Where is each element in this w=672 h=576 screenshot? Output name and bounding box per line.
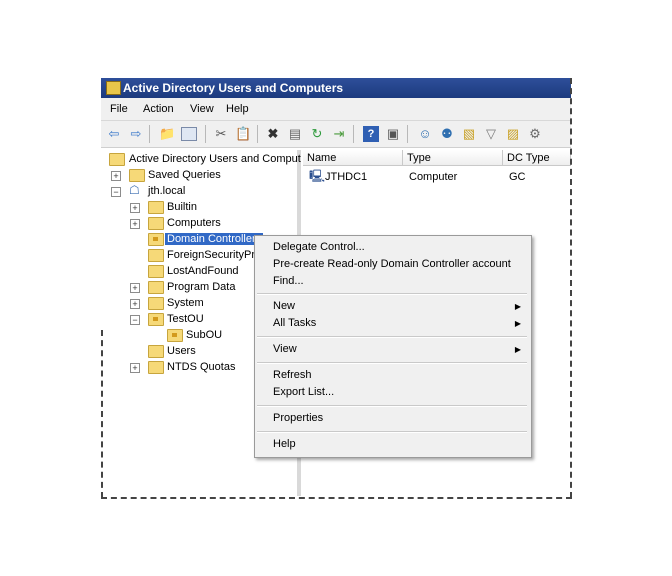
back-arrow-icon[interactable]: ⇦ — [106, 126, 122, 142]
tree-item-domain[interactable]: − ☖ jth.local — [107, 184, 297, 200]
folder-icon — [148, 217, 164, 230]
context-menu: Delegate Control... Pre-create Read-only… — [254, 235, 532, 458]
menu-help[interactable]: Help — [226, 103, 249, 115]
tree-item-label: System — [167, 297, 204, 309]
tree-item-label: Program Data — [167, 281, 236, 293]
menu-item-delegate-control[interactable]: Delegate Control... — [273, 241, 365, 253]
app-icon — [106, 81, 121, 95]
row-type: Computer — [409, 171, 458, 183]
expand-icon[interactable]: + — [130, 203, 140, 213]
row-name: JTHDC1 — [325, 171, 368, 183]
expand-icon[interactable]: + — [111, 171, 121, 181]
menu-item-properties[interactable]: Properties — [273, 412, 323, 424]
folder-icon — [148, 297, 164, 310]
cut-icon[interactable]: ✂ — [213, 126, 229, 142]
folder-icon — [148, 201, 164, 214]
column-header-dc-type[interactable]: DC Type — [503, 150, 571, 166]
copy-icon[interactable]: 📋 — [235, 126, 251, 142]
tree-item-builtin[interactable]: + Builtin — [107, 200, 297, 216]
menu-item-find[interactable]: Find... — [273, 275, 304, 287]
help-icon[interactable]: ? — [363, 126, 379, 142]
ou-folder-icon — [148, 313, 164, 326]
dashed-border-left — [101, 330, 103, 498]
menu-item-refresh[interactable]: Refresh — [273, 369, 312, 381]
expand-icon[interactable]: + — [130, 283, 140, 293]
menu-item-help[interactable]: Help — [273, 438, 296, 450]
menu-item-all-tasks[interactable]: All Tasks — [273, 317, 316, 329]
computer-icon: 🖳 — [309, 169, 326, 183]
domain-icon: ☖ — [129, 183, 140, 197]
menu-action[interactable]: Action — [143, 103, 174, 115]
collapse-icon[interactable]: − — [111, 187, 121, 197]
tree-root-label: Active Directory Users and Comput — [129, 153, 301, 165]
add-group-icon[interactable]: ⚉ — [439, 126, 455, 142]
menu-file[interactable]: File — [110, 103, 128, 115]
tree-item-label: Computers — [167, 217, 221, 229]
menu-item-precreate-rodc[interactable]: Pre-create Read-only Domain Controller a… — [273, 258, 511, 270]
ou-folder-icon — [167, 329, 183, 342]
folder-icon — [148, 281, 164, 294]
ou-folder-icon — [148, 233, 164, 246]
find-icon[interactable]: ▨ — [505, 126, 521, 142]
tree-item-label: Builtin — [167, 201, 197, 213]
delete-icon[interactable]: ✖ — [265, 126, 281, 142]
show-tree-icon[interactable] — [181, 127, 197, 141]
menu-separator — [257, 336, 527, 338]
tree-item-saved-queries[interactable]: + Saved Queries — [107, 168, 297, 184]
up-folder-icon[interactable]: 📁 — [159, 126, 175, 142]
row-dc-type: GC — [509, 171, 526, 183]
tree-item-label: TestOU — [167, 313, 204, 325]
tree-item-label: ForeignSecurityPrin — [167, 249, 264, 261]
menu-separator — [257, 293, 527, 295]
console-root-icon — [109, 153, 125, 166]
menu-item-new[interactable]: New — [273, 300, 295, 312]
menu-item-export-list[interactable]: Export List... — [273, 386, 334, 398]
tree-item-label: NTDS Quotas — [167, 361, 236, 373]
menu-separator — [257, 362, 527, 364]
dashed-border-bottom — [101, 497, 572, 499]
submenu-arrow-icon: ▶ — [514, 319, 521, 328]
folder-icon — [148, 249, 164, 262]
menu-bar: File Action View Help — [101, 98, 571, 121]
expand-icon[interactable]: + — [130, 219, 140, 229]
collapse-icon[interactable]: − — [130, 315, 140, 325]
add-ou-icon[interactable]: ▧ — [461, 126, 477, 142]
forward-arrow-icon[interactable]: ⇨ — [128, 126, 144, 142]
menu-separator — [257, 431, 527, 433]
menu-view[interactable]: View — [190, 103, 214, 115]
menu-separator — [257, 405, 527, 407]
expand-icon[interactable]: + — [130, 299, 140, 309]
column-header-type[interactable]: Type — [403, 150, 503, 166]
window-title: Active Directory Users and Computers — [123, 81, 344, 95]
tree-item-label: Saved Queries — [148, 169, 221, 181]
submenu-arrow-icon: ▶ — [514, 302, 521, 311]
folder-icon — [148, 345, 164, 358]
add-user-icon[interactable]: ☺ — [417, 126, 433, 142]
tree-item-label: LostAndFound — [167, 265, 239, 277]
title-bar: Active Directory Users and Computers — [101, 78, 571, 98]
delegate-icon[interactable]: ⚙ — [527, 126, 543, 142]
mmc-icon[interactable]: ▣ — [385, 126, 401, 142]
list-row[interactable]: 🖳 JTHDC1 Computer GC — [307, 170, 567, 186]
tree-item-label: Users — [167, 345, 196, 357]
folder-icon — [148, 361, 164, 374]
dashed-border-right — [570, 78, 572, 498]
export-icon[interactable]: ⇥ — [331, 126, 347, 142]
tree-item-label: SubOU — [186, 329, 223, 341]
submenu-arrow-icon: ▶ — [514, 345, 521, 354]
tree-root[interactable]: Active Directory Users and Comput — [107, 152, 301, 168]
filter-icon[interactable]: ▽ — [483, 126, 499, 142]
column-header-name[interactable]: Name — [303, 150, 403, 166]
folder-icon — [148, 265, 164, 278]
tree-item-label: jth.local — [148, 185, 186, 197]
expand-icon[interactable]: + — [130, 363, 140, 373]
toolbar: ⇦ ⇨ 📁 ✂ 📋 ✖ ▤ ↻ ⇥ ? ▣ ☺ ⚉ ▧ ▽ ▨ ⚙ — [101, 121, 571, 148]
tree-item-label: Domain Controllers — [165, 233, 264, 245]
menu-item-view[interactable]: View — [273, 343, 297, 355]
folder-icon — [129, 169, 145, 182]
tree-item-computers[interactable]: + Computers — [107, 216, 297, 232]
properties-icon[interactable]: ▤ — [287, 126, 303, 142]
refresh-icon[interactable]: ↻ — [309, 126, 325, 142]
